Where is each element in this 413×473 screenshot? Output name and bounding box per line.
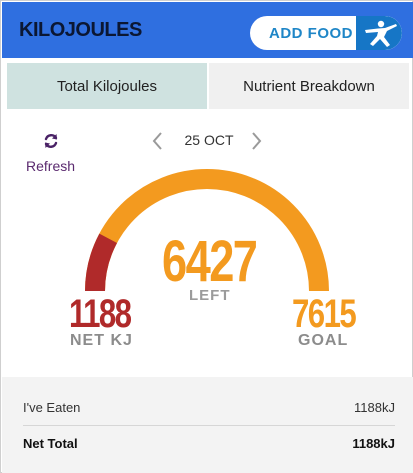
divider [23,425,395,426]
goal-kj-label: GOAL [298,332,349,349]
eaten-value: 1188kJ [354,400,395,415]
net-kj-value: 1188 [69,292,132,336]
goal-kj-value: 7615 [292,292,357,336]
net-total-value: 1188kJ [352,436,395,451]
kj-left-value: 6427 [162,229,258,294]
eaten-label: I've Eaten [23,400,81,415]
gauge-consumed-arc [85,233,118,292]
kilojoules-widget: KILOJOULES ADD FOOD Total Kilojoules Nut… [0,0,413,473]
kj-left-label: LEFT [189,287,231,304]
summary-panel: I've Eaten 1188kJ Net Total 1188kJ [2,377,413,473]
net-total-label: Net Total [23,436,78,451]
net-kj-label: NET KJ [70,332,133,349]
summary-row-eaten: I've Eaten 1188kJ [23,400,395,415]
summary-row-net-total: Net Total 1188kJ [23,436,395,451]
